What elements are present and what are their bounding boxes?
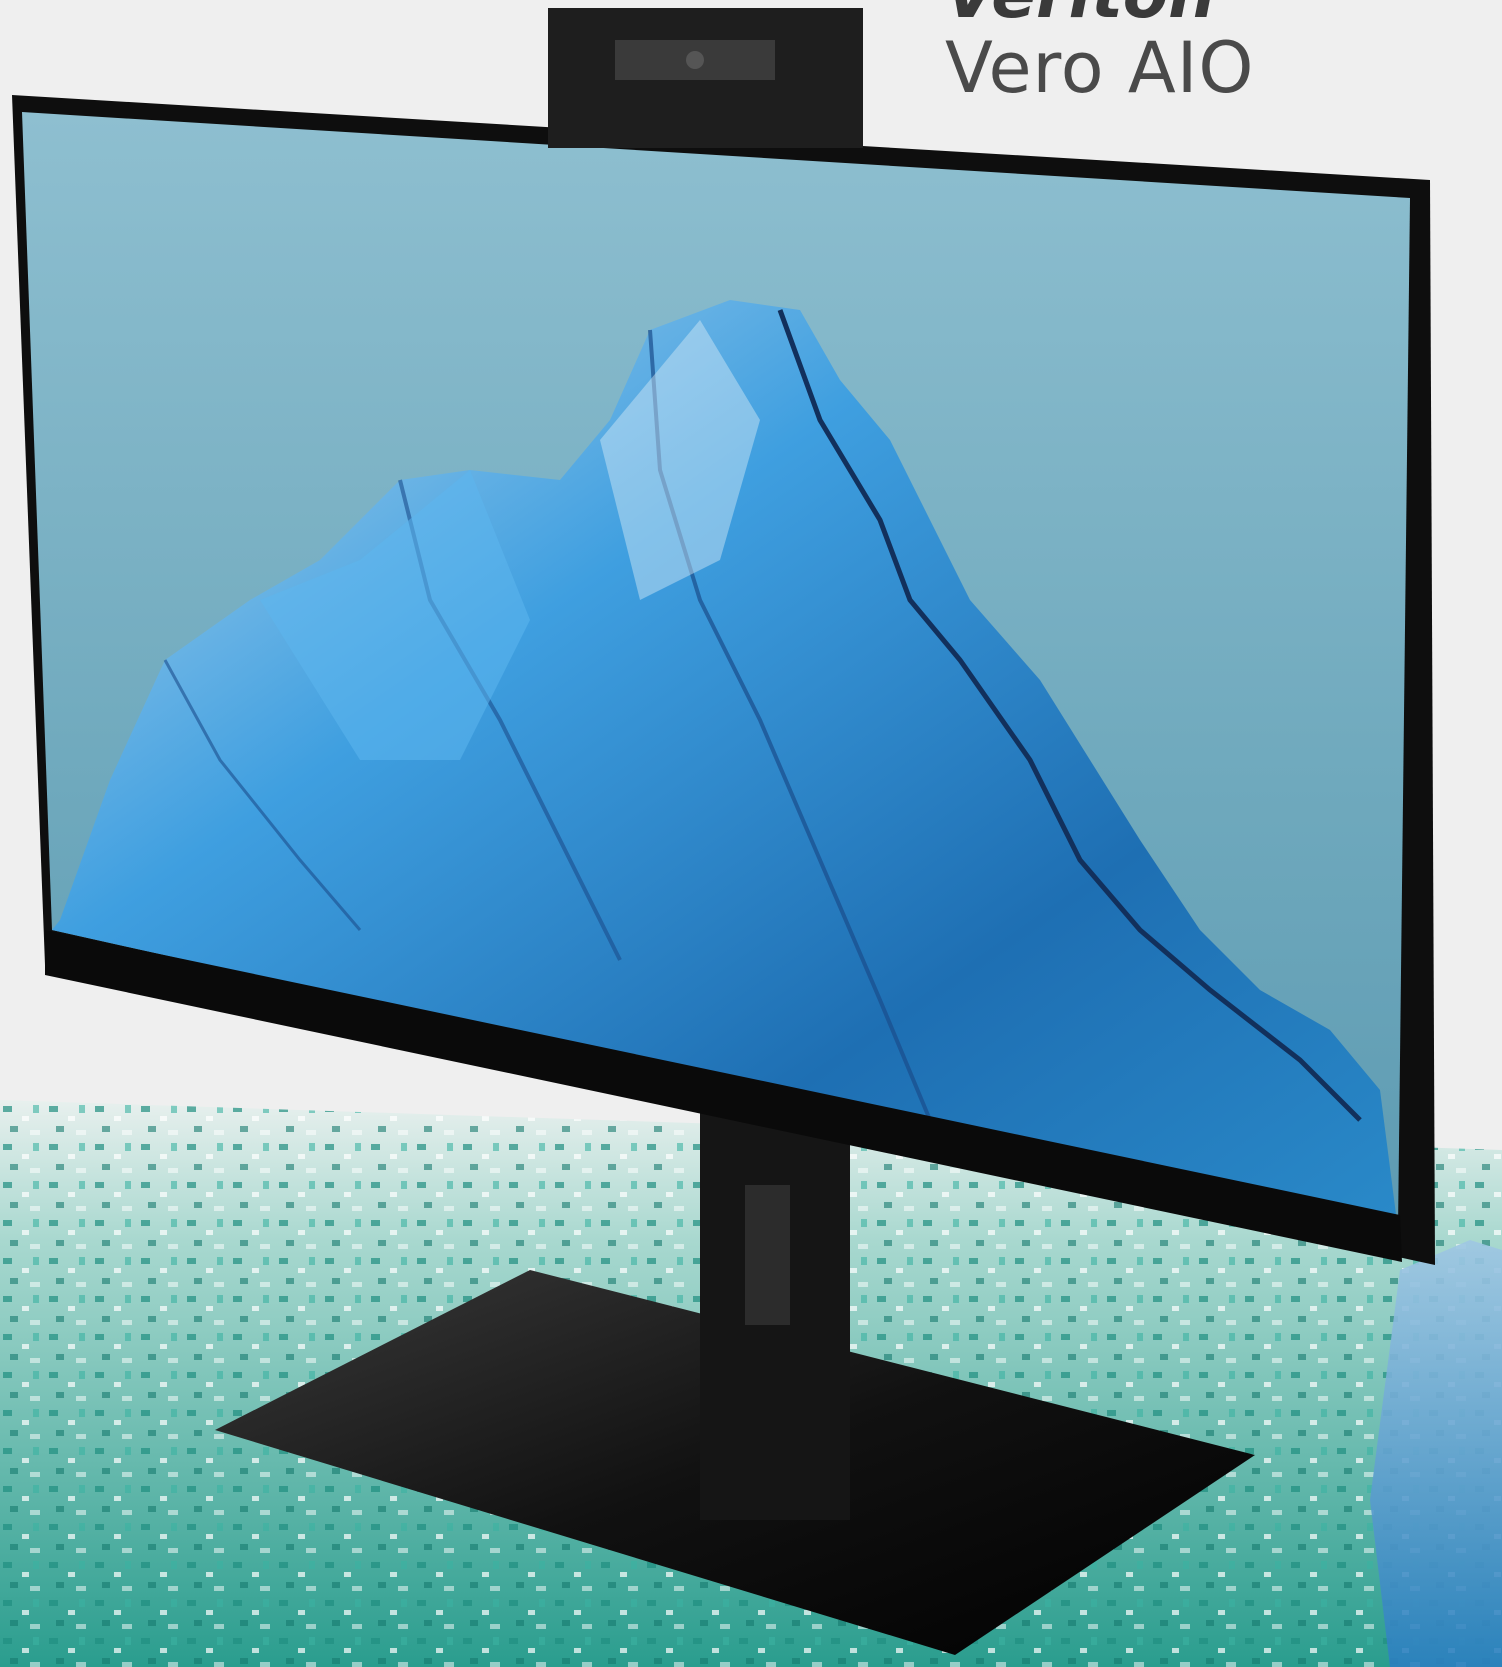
product-name: Veriton Vero AIO	[945, 0, 1365, 108]
webcam-icon	[548, 8, 863, 148]
monitor	[12, 95, 1435, 1265]
model-name: Vero AIO	[945, 27, 1255, 109]
series-name: Veriton	[945, 0, 1365, 20]
stand-neck	[700, 1100, 850, 1520]
product-photo	[0, 8, 1502, 1667]
